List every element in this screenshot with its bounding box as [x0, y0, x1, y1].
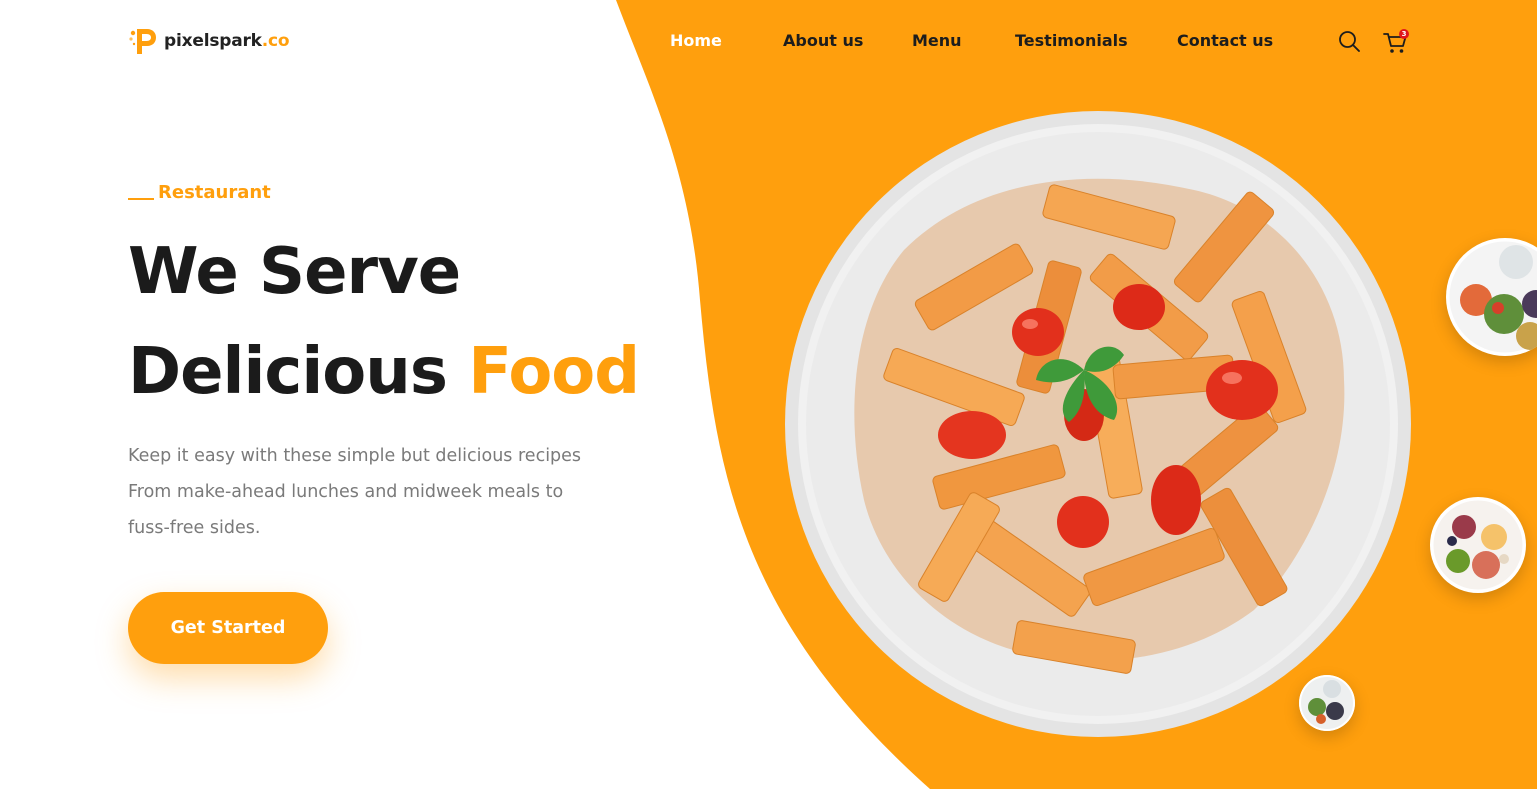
eyebrow-underline	[128, 198, 154, 200]
headline-main-word: Delicious	[128, 335, 448, 409]
description-line-2: From make-ahead lunches and midweek meal…	[128, 482, 564, 502]
headline-line-2: Delicious Food	[128, 332, 640, 412]
nav-home[interactable]: Home	[670, 30, 722, 52]
headline-accent-word: Food	[468, 335, 640, 409]
hero-headline: We Serve Delicious Food	[128, 232, 640, 412]
nav-about-us[interactable]: About us	[783, 30, 863, 52]
hero-eyebrow: Restaurant	[128, 182, 271, 204]
nav-contact-us[interactable]: Contact us	[1177, 30, 1273, 52]
description-line-1: Keep it easy with these simple but delic…	[128, 446, 582, 466]
nav-menu[interactable]: Menu	[912, 30, 962, 52]
main-nav: Home About us Menu Testimonials Contact …	[0, 30, 1537, 54]
pasta-plate-image	[785, 111, 1411, 737]
nav-testimonials[interactable]: Testimonials	[1015, 30, 1128, 52]
hero-description: Keep it easy with these simple but delic…	[128, 438, 648, 546]
description-line-3: fuss-free sides.	[128, 518, 261, 538]
headline-line-1: We Serve	[128, 235, 461, 309]
cart-count-badge: 3	[1399, 29, 1409, 39]
eyebrow-label: Restaurant	[158, 182, 271, 203]
mixed-dishes-thumbnail	[1299, 675, 1355, 731]
get-started-button[interactable]: Get Started	[128, 592, 328, 664]
fruit-plate-thumbnail	[1430, 497, 1526, 593]
search-icon[interactable]	[1337, 29, 1361, 53]
